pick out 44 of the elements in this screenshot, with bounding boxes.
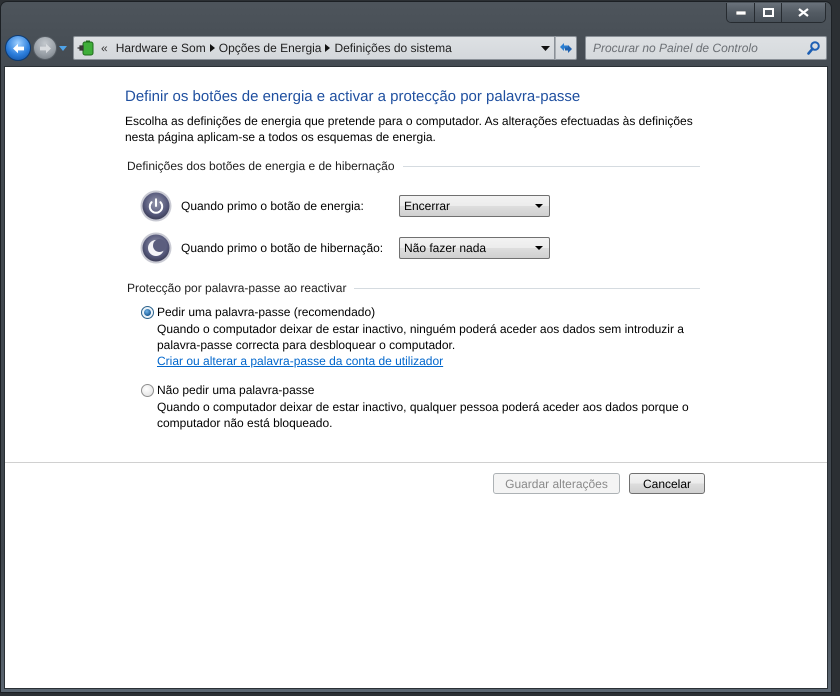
minimize-button[interactable]: [727, 3, 754, 22]
radio-button[interactable]: [141, 384, 154, 396]
caret-right-icon: [325, 44, 330, 52]
option-label[interactable]: Pedir uma palavra-passe (recomendado): [157, 305, 376, 319]
double-arrow-icon: [559, 41, 573, 55]
battery-plug-icon: [77, 40, 95, 56]
close-icon: [798, 8, 809, 17]
caret-right-icon: [210, 44, 215, 52]
back-button[interactable]: [5, 35, 31, 61]
breadcrumb-item[interactable]: Hardware e Som: [112, 41, 210, 55]
moon-icon: [140, 232, 172, 264]
address-bar[interactable]: « Hardware e Som Opções de Energia Definições do sistema: [73, 36, 555, 60]
option-description: Quando o computador deixar de estar inactivo, ninguém poderá aceder aos dados sem introduzir a palavra-passe correcta para desbloquear o computador. Criar ou alterar a palavra-passe da conta de utilizador: [157, 321, 685, 369]
page-description: Escolha as definições de energia que pretende para o computador. As alterações efectuadas às definições nesta página aplicam-se a todos os esquemas de energia.: [125, 113, 694, 145]
caret-down-icon: [535, 204, 543, 208]
setting-label: Quando primo o botão de hibernação:: [181, 241, 384, 255]
close-button[interactable]: [781, 3, 825, 22]
radio-button[interactable]: [141, 306, 154, 318]
section-heading: Definições dos botões de energia e de hibernação: [127, 159, 395, 173]
minimize-icon: [736, 10, 746, 14]
search-field[interactable]: Procurar no Painel de Controlo: [585, 36, 827, 60]
page-title: Definir os botões de energia e activar a protecção por palavra-passe: [125, 87, 582, 107]
arrow-left-icon: [12, 42, 24, 54]
action-dropdown[interactable]: Não fazer nada: [399, 237, 550, 259]
breadcrumb-item[interactable]: Definições do sistema: [330, 41, 456, 55]
action-dropdown[interactable]: Encerrar: [399, 195, 550, 217]
breadcrumb-item[interactable]: Opções de Energia: [214, 41, 326, 55]
power-icon: [140, 190, 172, 222]
setting-label: Quando primo o botão de energia:: [181, 199, 365, 213]
section-heading: Protecção por palavra-passe ao reactivar: [127, 281, 346, 295]
search-icon[interactable]: [807, 41, 820, 55]
refresh-button[interactable]: [555, 36, 577, 60]
caret-down-icon: [59, 46, 67, 50]
caret-down-icon[interactable]: [541, 46, 550, 50]
caret-down-icon: [535, 246, 543, 250]
arrow-right-icon: [38, 42, 52, 54]
option-label[interactable]: Não pedir uma palavra-passe: [157, 383, 314, 397]
maximize-button[interactable]: [754, 3, 781, 22]
recent-pages-button[interactable]: [59, 46, 67, 50]
option-description: Quando o computador deixar de estar inactivo, qualquer pessoa poderá aceder aos dados porque o computador não está bloqueado.: [157, 399, 690, 431]
overflow-chevrons[interactable]: «: [95, 41, 112, 55]
account-password-link[interactable]: Criar ou alterar a palavra-passe da conta de utilizador: [157, 354, 444, 368]
cancel-button[interactable]: Cancelar: [629, 473, 705, 494]
maximize-icon: [762, 8, 774, 17]
